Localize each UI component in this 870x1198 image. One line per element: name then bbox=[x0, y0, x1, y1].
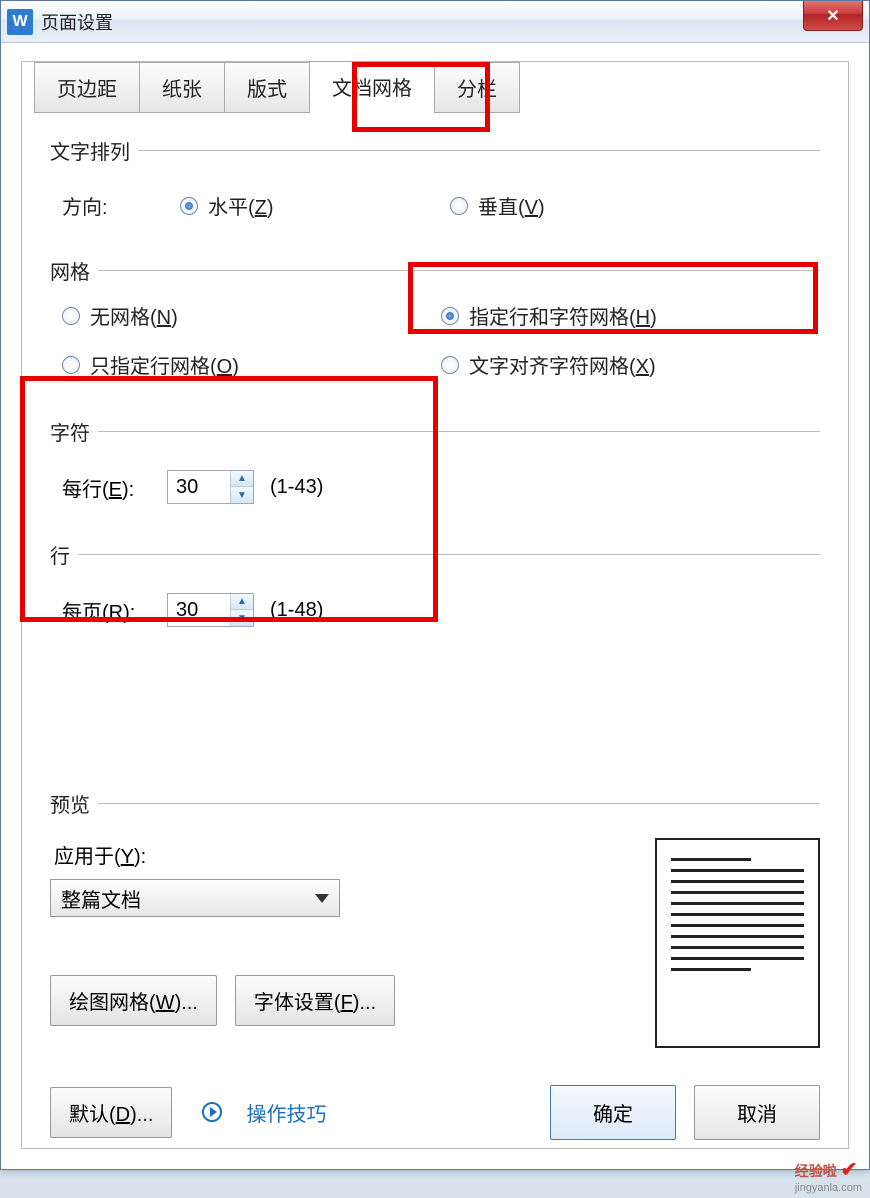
radio-label: 无网格(N) bbox=[90, 301, 178, 330]
tab-layout[interactable]: 版式 bbox=[224, 62, 310, 113]
spin-per-line[interactable]: ▲ ▼ bbox=[167, 470, 254, 504]
legend-lines: 行 bbox=[50, 540, 78, 569]
label-direction: 方向: bbox=[50, 191, 180, 220]
radio-icon bbox=[450, 197, 468, 215]
radio-no-grid[interactable]: 无网格(N) bbox=[62, 301, 441, 330]
legend-grid: 网格 bbox=[50, 256, 98, 285]
group-chars: 字符 每行(E): ▲ ▼ (1-43) bbox=[50, 417, 820, 522]
radio-lines-only[interactable]: 只指定行网格(O) bbox=[62, 350, 441, 379]
radio-vertical[interactable]: 垂直(V) bbox=[450, 191, 545, 220]
dialog-content: 页边距 纸张 版式 文档网格 分栏 文字排列 方向: 水平(Z) 垂直(V) bbox=[21, 61, 849, 1149]
radio-icon bbox=[441, 356, 459, 374]
tab-strip: 页边距 纸张 版式 文档网格 分栏 bbox=[34, 60, 519, 111]
label-apply-to: 应用于(Y): bbox=[54, 840, 655, 869]
radio-label: 只指定行网格(O) bbox=[90, 350, 239, 379]
input-per-page[interactable] bbox=[168, 594, 230, 626]
radio-label: 文字对齐字符网格(X) bbox=[469, 350, 656, 379]
radio-icon bbox=[180, 197, 198, 215]
radio-align-char[interactable]: 文字对齐字符网格(X) bbox=[441, 350, 820, 379]
group-preview: 预览 应用于(Y): 整篇文档 绘图网格(W)... 字体设置(F)... bbox=[50, 789, 820, 1048]
tab-grid[interactable]: 文档网格 bbox=[309, 61, 435, 112]
cancel-button[interactable]: 取消 bbox=[694, 1085, 820, 1140]
legend-chars: 字符 bbox=[50, 417, 98, 446]
close-button[interactable]: ✕ bbox=[803, 1, 863, 31]
spin-down-icon[interactable]: ▼ bbox=[231, 610, 253, 626]
close-icon: ✕ bbox=[826, 6, 839, 26]
legend-preview: 预览 bbox=[50, 789, 98, 818]
combo-value: 整篇文档 bbox=[61, 884, 141, 913]
tab-columns[interactable]: 分栏 bbox=[434, 62, 520, 113]
tab-panel-grid: 文字排列 方向: 水平(Z) 垂直(V) 网格 bbox=[22, 108, 848, 1148]
radio-icon bbox=[441, 307, 459, 325]
radio-line-char-grid[interactable]: 指定行和字符网格(H) bbox=[441, 301, 820, 330]
hint-per-line-range: (1-43) bbox=[270, 476, 323, 499]
legend-text-direction: 文字排列 bbox=[50, 136, 138, 165]
input-per-line[interactable] bbox=[168, 471, 230, 503]
tips-link[interactable]: 操作技巧 bbox=[246, 1098, 326, 1127]
combo-apply-to[interactable]: 整篇文档 bbox=[50, 879, 340, 917]
font-settings-button[interactable]: 字体设置(F)... bbox=[235, 975, 395, 1026]
radio-label: 垂直(V) bbox=[478, 191, 545, 220]
label-per-line: 每行(E): bbox=[62, 473, 167, 502]
app-icon: W bbox=[7, 9, 33, 35]
spin-per-page[interactable]: ▲ ▼ bbox=[167, 593, 254, 627]
spin-up-icon[interactable]: ▲ bbox=[231, 594, 253, 610]
radio-icon bbox=[62, 356, 80, 374]
group-lines: 行 每页(R): ▲ ▼ (1-48) bbox=[50, 540, 820, 645]
dialog-footer: 默认(D)... 操作技巧 确定 取消 bbox=[22, 1076, 848, 1148]
tab-paper[interactable]: 纸张 bbox=[139, 62, 225, 113]
watermark: 经验啦 ✔ jingyanla.com bbox=[795, 1157, 862, 1194]
window-title: 页面设置 bbox=[41, 9, 113, 35]
dialog-window: W 页面设置 ✕ 页边距 纸张 版式 文档网格 分栏 文字排列 方向: 水平(Z… bbox=[0, 0, 870, 1170]
ok-button[interactable]: 确定 bbox=[550, 1085, 676, 1140]
radio-label: 指定行和字符网格(H) bbox=[469, 301, 657, 330]
titlebar: W 页面设置 ✕ bbox=[1, 1, 869, 43]
hint-per-page-range: (1-48) bbox=[270, 599, 323, 622]
default-button[interactable]: 默认(D)... bbox=[50, 1087, 172, 1138]
label-per-page: 每页(R): bbox=[62, 596, 167, 625]
spin-up-icon[interactable]: ▲ bbox=[231, 471, 253, 487]
radio-horizontal[interactable]: 水平(Z) bbox=[180, 191, 410, 220]
draw-grid-button[interactable]: 绘图网格(W)... bbox=[50, 975, 217, 1026]
preview-thumbnail bbox=[655, 838, 820, 1048]
group-grid: 网格 无网格(N) 指定行和字符网格(H) 只指定行网格(O) bbox=[50, 256, 820, 399]
radio-icon bbox=[62, 307, 80, 325]
spin-down-icon[interactable]: ▼ bbox=[231, 487, 253, 503]
play-icon bbox=[202, 1102, 222, 1122]
chevron-down-icon bbox=[315, 894, 329, 903]
group-text-direction: 文字排列 方向: 水平(Z) 垂直(V) bbox=[50, 136, 820, 238]
radio-label: 水平(Z) bbox=[208, 191, 274, 220]
tab-margins[interactable]: 页边距 bbox=[34, 62, 140, 113]
